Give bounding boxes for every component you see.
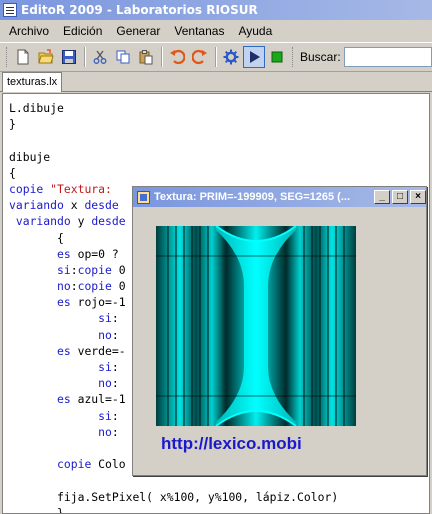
code-line[interactable]: fija.SetPixel( x%100, y%100, lápiz.Color… xyxy=(9,489,338,505)
run-button[interactable] xyxy=(243,46,265,68)
copy-icon xyxy=(116,50,130,64)
redo-icon xyxy=(192,49,207,65)
tab-strip: texturas.lx xyxy=(0,72,432,92)
copy-button[interactable] xyxy=(112,46,134,68)
run-play-icon xyxy=(250,51,260,63)
window-titlebar[interactable]: EditoR 2009 - Laboratorios RIOSUR xyxy=(0,0,432,20)
open-folder-icon xyxy=(38,49,54,64)
code-line[interactable] xyxy=(9,132,338,148)
save-icon xyxy=(62,50,76,64)
texture-window-icon xyxy=(137,190,150,204)
stop-button[interactable] xyxy=(266,46,288,68)
toolbar-grip[interactable] xyxy=(292,47,295,67)
undo-button[interactable] xyxy=(166,46,188,68)
open-button[interactable] xyxy=(35,46,57,68)
cut-icon xyxy=(93,50,107,64)
code-line[interactable]: dibuje xyxy=(9,149,338,165)
toolbar-separator xyxy=(84,47,86,67)
tab-texturas[interactable]: texturas.lx xyxy=(2,72,63,92)
code-line[interactable]: { xyxy=(9,165,338,181)
window-title: EditoR 2009 - Laboratorios RIOSUR xyxy=(21,3,258,17)
menu-ayuda[interactable]: Ayuda xyxy=(231,20,279,42)
code-line[interactable]: } xyxy=(9,116,338,132)
search-label: Buscar: xyxy=(300,50,341,64)
toolbar-separator xyxy=(161,47,163,67)
code-line[interactable]: L.dibuje xyxy=(9,100,338,116)
paste-button[interactable] xyxy=(135,46,157,68)
website-link[interactable]: http://lexico.mobi xyxy=(161,434,302,454)
settings-gear-icon xyxy=(223,49,239,65)
toolbar: Buscar: xyxy=(0,42,432,72)
toolbar-grip[interactable] xyxy=(6,47,9,67)
menu-ventanas[interactable]: Ventanas xyxy=(167,20,231,42)
texture-window[interactable]: Textura: PRIM=-199909, SEG=1265 (... _ □… xyxy=(132,186,427,476)
minimize-button[interactable]: _ xyxy=(374,190,391,204)
texture-image xyxy=(156,226,356,426)
texture-window-titlebar[interactable]: Textura: PRIM=-199909, SEG=1265 (... _ □… xyxy=(133,187,426,207)
paste-icon xyxy=(139,50,153,65)
cut-button[interactable] xyxy=(89,46,111,68)
menu-bar: Archivo Edición Generar Ventanas Ayuda xyxy=(0,20,432,42)
code-line[interactable]: } xyxy=(9,505,338,513)
undo-icon xyxy=(170,49,185,65)
maximize-button[interactable]: □ xyxy=(392,190,409,204)
stop-icon xyxy=(271,51,283,63)
menu-edicion[interactable]: Edición xyxy=(56,20,109,42)
settings-button[interactable] xyxy=(220,46,242,68)
menu-archivo[interactable]: Archivo xyxy=(2,20,56,42)
redo-button[interactable] xyxy=(189,46,211,68)
search-input[interactable] xyxy=(343,47,432,67)
new-file-icon xyxy=(17,49,29,65)
menu-generar[interactable]: Generar xyxy=(109,20,167,42)
new-file-button[interactable] xyxy=(12,46,34,68)
texture-window-title: Textura: PRIM=-199909, SEG=1265 (... xyxy=(153,191,351,203)
save-button[interactable] xyxy=(58,46,80,68)
toolbar-separator xyxy=(215,47,217,67)
close-button[interactable]: × xyxy=(410,190,426,204)
app-icon xyxy=(3,3,17,17)
